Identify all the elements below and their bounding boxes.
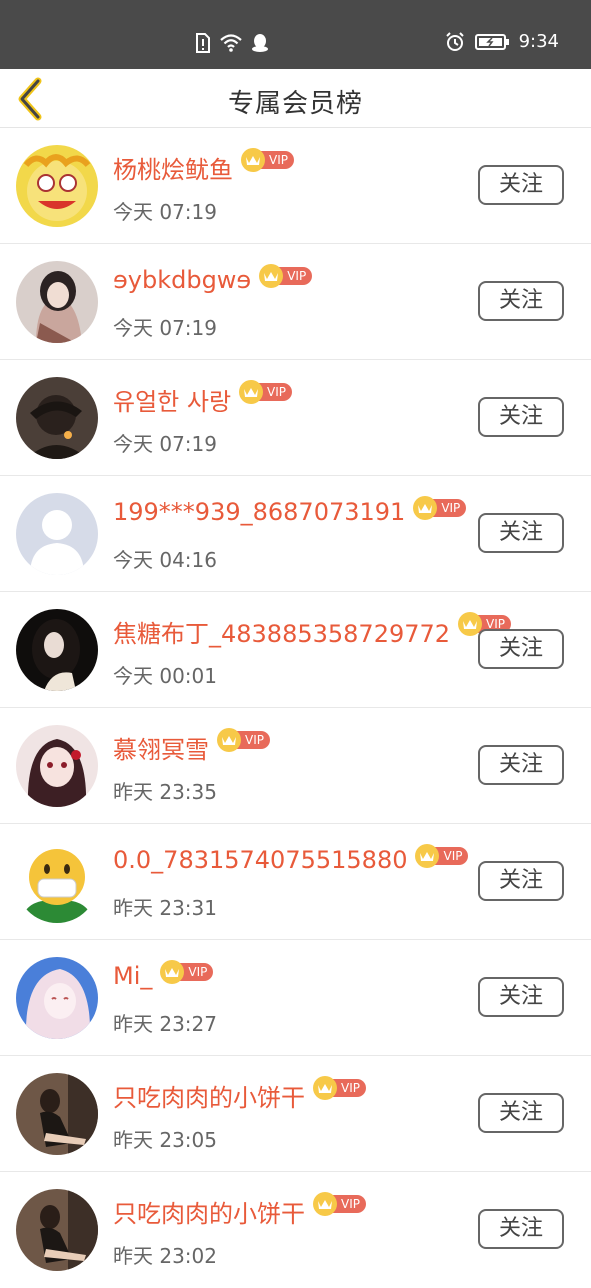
follow-button[interactable]: 关注 <box>478 513 564 553</box>
member-row[interactable]: ɘybkdbgwɘ VIP 今天 07:19 关注 <box>0 244 591 360</box>
battery-icon <box>474 33 509 50</box>
member-row[interactable]: 199***939_8687073191 VIP 今天 04:16 关注 <box>0 476 591 592</box>
member-name: 只吃肉肉的小饼干 <box>113 1200 305 1228</box>
member-row[interactable]: Mi_ VIP 昨天 23:27 关注 <box>0 940 591 1056</box>
wifi-icon <box>220 34 242 52</box>
member-name: 慕翎冥雪 <box>113 736 209 764</box>
follow-button[interactable]: 关注 <box>478 281 564 321</box>
vip-badge: VIP <box>160 960 214 984</box>
follow-button[interactable]: 关注 <box>478 1093 564 1133</box>
follow-button[interactable]: 关注 <box>478 977 564 1017</box>
member-time: 昨天 23:02 <box>113 1244 217 1268</box>
avatar[interactable] <box>16 1073 98 1155</box>
avatar[interactable] <box>16 725 98 807</box>
vip-badge: VIP <box>241 148 294 172</box>
status-time: 9:34 <box>518 31 559 52</box>
title-bar: 专属会员榜 <box>0 69 591 128</box>
member-name: 유얼한 사랑 <box>113 388 232 416</box>
follow-button[interactable]: 关注 <box>478 165 564 205</box>
avatar[interactable] <box>16 957 98 1039</box>
member-name: ɘybkdbgwɘ <box>113 266 252 294</box>
follow-button[interactable]: 关注 <box>478 629 564 669</box>
member-name: 焦糖布丁_483885358729772 <box>113 620 451 648</box>
crown-icon <box>239 380 264 404</box>
avatar[interactable] <box>16 609 98 691</box>
follow-button[interactable]: 关注 <box>478 745 564 785</box>
member-row[interactable]: 只吃肉肉的小饼干 VIP 昨天 23:05 关注 <box>0 1056 591 1172</box>
member-time: 昨天 23:31 <box>113 896 217 920</box>
member-row[interactable]: 杨桃烩鱿鱼 VIP 今天 07:19 关注 <box>0 128 591 244</box>
crown-icon <box>217 728 241 752</box>
member-time: 昨天 23:05 <box>113 1128 217 1152</box>
member-time: 今天 07:19 <box>113 316 217 340</box>
vip-badge: VIP <box>259 264 313 288</box>
vip-badge: VIP <box>413 496 467 520</box>
follow-button[interactable]: 关注 <box>478 1209 564 1249</box>
member-time: 今天 07:19 <box>113 432 217 456</box>
member-list: 杨桃烩鱿鱼 VIP 今天 07:19 关注 ɘybkdbgwɘ VIP 今天 07:19 关注… <box>0 128 591 1288</box>
status-icons-right: 9:34 <box>445 31 559 52</box>
member-time: 今天 07:19 <box>113 200 217 224</box>
status-icons-center <box>195 33 269 53</box>
member-name: 杨桃烩鱿鱼 <box>113 156 233 184</box>
member-time: 今天 04:16 <box>113 548 217 572</box>
vip-badge: VIP <box>313 1076 366 1100</box>
crown-icon <box>241 148 265 172</box>
member-name: Mi_ <box>113 962 153 990</box>
page-title: 专属会员榜 <box>227 89 363 119</box>
vip-badge: VIP <box>217 728 270 752</box>
qq-icon <box>252 34 268 52</box>
member-name: 只吃肉肉的小饼干 <box>113 1084 305 1112</box>
member-time: 今天 00:01 <box>113 664 217 688</box>
vip-badge: VIP <box>313 1192 366 1216</box>
member-time: 昨天 23:27 <box>113 1012 217 1036</box>
member-time: 昨天 23:35 <box>113 780 217 804</box>
member-name: 199***939_8687073191 <box>113 498 406 526</box>
avatar[interactable] <box>16 377 98 459</box>
avatar[interactable] <box>16 493 98 575</box>
crown-icon <box>458 612 483 636</box>
avatar[interactable] <box>16 145 98 227</box>
member-row[interactable]: 只吃肉肉的小饼干 VIP 昨天 23:02 关注 <box>0 1172 591 1288</box>
member-row[interactable]: 유얼한 사랑 VIP 今天 07:19 关注 <box>0 360 591 476</box>
vip-badge: VIP <box>239 380 293 404</box>
follow-button[interactable]: 关注 <box>478 861 564 901</box>
status-bar: 9:34 <box>0 0 591 69</box>
member-row[interactable]: 慕翎冥雪 VIP 昨天 23:35 关注 <box>0 708 591 824</box>
vip-badge: VIP <box>415 844 469 868</box>
member-row[interactable]: 0.0_7831574075515880 VIP 昨天 23:31 关注 <box>0 824 591 940</box>
sim-alert-icon <box>196 33 210 53</box>
avatar[interactable] <box>16 841 98 923</box>
member-row[interactable]: 焦糖布丁_483885358729772 VIP 今天 00:01 关注 <box>0 592 591 708</box>
crown-icon <box>313 1192 337 1216</box>
avatar[interactable] <box>16 261 98 343</box>
avatar[interactable] <box>16 1189 98 1271</box>
follow-button[interactable]: 关注 <box>478 397 564 437</box>
alarm-icon <box>445 31 464 51</box>
crown-icon <box>313 1076 337 1100</box>
member-name: 0.0_7831574075515880 <box>113 846 408 874</box>
